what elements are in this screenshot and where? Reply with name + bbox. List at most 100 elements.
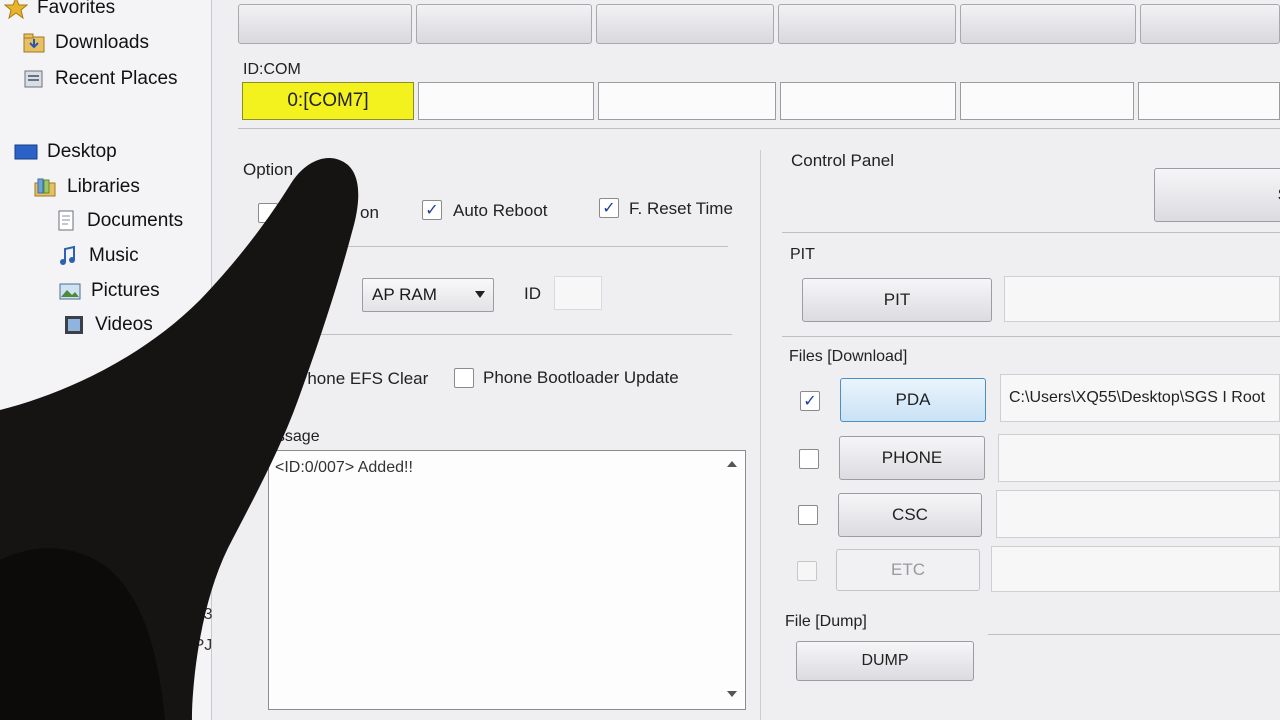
nav-label: Pictures — [91, 280, 160, 301]
nav-label: Downloads — [55, 32, 149, 53]
scroll-down-arrow-icon[interactable] — [727, 691, 737, 697]
top-status-button-4[interactable] — [778, 4, 956, 44]
f-reset-time-label: F. Reset Time — [629, 199, 733, 218]
nav-downloads[interactable]: Downloads — [22, 28, 149, 58]
csc-button[interactable]: CSC — [838, 493, 982, 537]
start-button-partial[interactable]: S — [1154, 168, 1280, 222]
pictures-icon — [58, 280, 82, 302]
phone-bootloader-update-checkbox[interactable] — [454, 368, 474, 388]
phone-button[interactable]: PHONE — [839, 436, 985, 480]
explorer-navigation-pane: Favorites Downloads Recent Places Deskto… — [0, 0, 250, 720]
nav-libraries[interactable]: Libraries — [34, 172, 140, 202]
nav-control-panel-partial[interactable]: Panel — [140, 543, 181, 561]
nav-pictures[interactable]: Pictures — [58, 276, 160, 306]
id-label: ID — [524, 284, 541, 303]
ap-ram-select[interactable]: AP RAM — [362, 278, 494, 312]
odin-window: ID:COM 0:[COM7] Option on ✓ Auto Reboot … — [212, 0, 1280, 720]
star-icon — [3, 0, 29, 20]
documents-icon — [54, 210, 78, 232]
idcom-separator — [238, 128, 1280, 129]
etc-button-label: ETC — [891, 560, 925, 579]
top-status-button-3[interactable] — [596, 4, 774, 44]
top-status-button-5[interactable] — [960, 4, 1136, 44]
csc-checkbox[interactable] — [798, 505, 818, 525]
pda-checkbox[interactable]: ✓ — [800, 391, 820, 411]
pit-button[interactable]: PIT — [802, 278, 992, 322]
com-slot-1: 0:[COM7] — [242, 82, 414, 120]
com-slot-4 — [780, 82, 956, 120]
nav-desktop[interactable]: Desktop — [14, 137, 117, 167]
com-slot-3 — [598, 82, 776, 120]
nav-label: Documents — [87, 210, 184, 231]
message-log[interactable]: <ID:0/007> Added!! — [268, 450, 746, 710]
column-divider — [760, 150, 761, 720]
pda-button-label: PDA — [895, 390, 931, 409]
pda-path-field[interactable]: C:\Users\XQ55\Desktop\SGS I Root — [1000, 374, 1280, 422]
files-download-title: Files [Download] — [789, 348, 908, 365]
videos-icon — [62, 314, 86, 336]
com-slot-5 — [960, 82, 1134, 120]
file-dump-separator — [988, 634, 1280, 635]
nav-label: Music — [89, 245, 139, 266]
dump-button[interactable]: DUMP — [796, 641, 974, 681]
f-reset-time-checkbox[interactable]: ✓ — [599, 198, 619, 218]
nav-label: Favorites — [37, 0, 116, 18]
phone-path-field[interactable] — [998, 434, 1280, 482]
com-slot-2 — [418, 82, 594, 120]
etc-path-field[interactable] — [991, 546, 1280, 592]
downloads-folder-icon — [22, 32, 46, 54]
check-mark-icon: ✓ — [602, 200, 616, 217]
nav-item-partial[interactable]: ok — [170, 668, 187, 686]
nav-documents[interactable]: Documents — [54, 206, 183, 236]
pit-separator — [782, 336, 1280, 337]
nav-label: Videos — [95, 314, 153, 335]
recent-places-icon — [22, 68, 46, 90]
top-status-button-6[interactable] — [1140, 4, 1280, 44]
csc-button-label: CSC — [892, 505, 928, 524]
message-log-text: <ID:0/007> Added!! — [275, 459, 413, 476]
nav-label: Desktop — [47, 141, 117, 162]
dropdown-arrow-icon — [475, 291, 485, 298]
top-status-button-1[interactable] — [238, 4, 412, 44]
check-mark-icon: ✓ — [803, 393, 817, 410]
com-slot-6 — [1138, 82, 1280, 120]
music-icon — [56, 245, 80, 267]
phone-checkbox[interactable] — [799, 449, 819, 469]
libraries-icon — [34, 176, 58, 198]
ap-ram-select-value: AP RAM — [372, 285, 437, 304]
pit-button-label: PIT — [883, 290, 911, 309]
option-group-title: Option — [243, 160, 294, 179]
csc-path-field[interactable] — [996, 490, 1280, 538]
phone-button-label: PHONE — [881, 448, 943, 467]
auto-reboot-label: Auto Reboot — [453, 201, 548, 220]
nav-favorites[interactable]: Favorites — [3, 0, 116, 23]
re-partition-checkbox[interactable] — [258, 203, 278, 223]
check-mark-icon: ✓ — [425, 202, 439, 219]
message-group-title: essage — [268, 428, 320, 445]
nav-recycle-bin-partial[interactable]: cle Bin — [142, 576, 190, 594]
control-panel-title: Control Panel — [791, 151, 895, 170]
nav-recent-places[interactable]: Recent Places — [22, 64, 178, 94]
nav-music[interactable]: Music — [56, 241, 139, 271]
pit-path-field[interactable] — [1004, 276, 1280, 322]
id-input[interactable] — [554, 276, 602, 310]
top-status-button-2[interactable] — [416, 4, 592, 44]
dump-button-label: DUMP — [861, 652, 909, 669]
idcom-label: ID:COM — [243, 61, 301, 78]
etc-checkbox[interactable] — [797, 561, 817, 581]
auto-reboot-checkbox[interactable]: ✓ — [422, 200, 442, 220]
pda-path-text: C:\Users\XQ55\Desktop\SGS I Root — [1009, 389, 1266, 406]
phone-efs-clear-label: Phone EFS Clear — [296, 369, 429, 388]
option-separator-1 — [272, 246, 728, 247]
scroll-up-arrow-icon[interactable] — [727, 461, 737, 467]
pda-button[interactable]: PDA — [840, 378, 986, 422]
re-partition-label-partial: on — [360, 203, 379, 222]
nav-label: Libraries — [67, 176, 140, 197]
control-panel-separator — [782, 232, 1280, 233]
desktop-icon — [14, 141, 38, 163]
phone-bootloader-update-label: Phone Bootloader Update — [483, 368, 679, 387]
nav-label: Recent Places — [55, 68, 178, 89]
phone-efs-clear-checkbox[interactable] — [274, 369, 294, 389]
etc-button[interactable]: ETC — [836, 549, 980, 591]
nav-videos[interactable]: Videos — [62, 310, 153, 340]
